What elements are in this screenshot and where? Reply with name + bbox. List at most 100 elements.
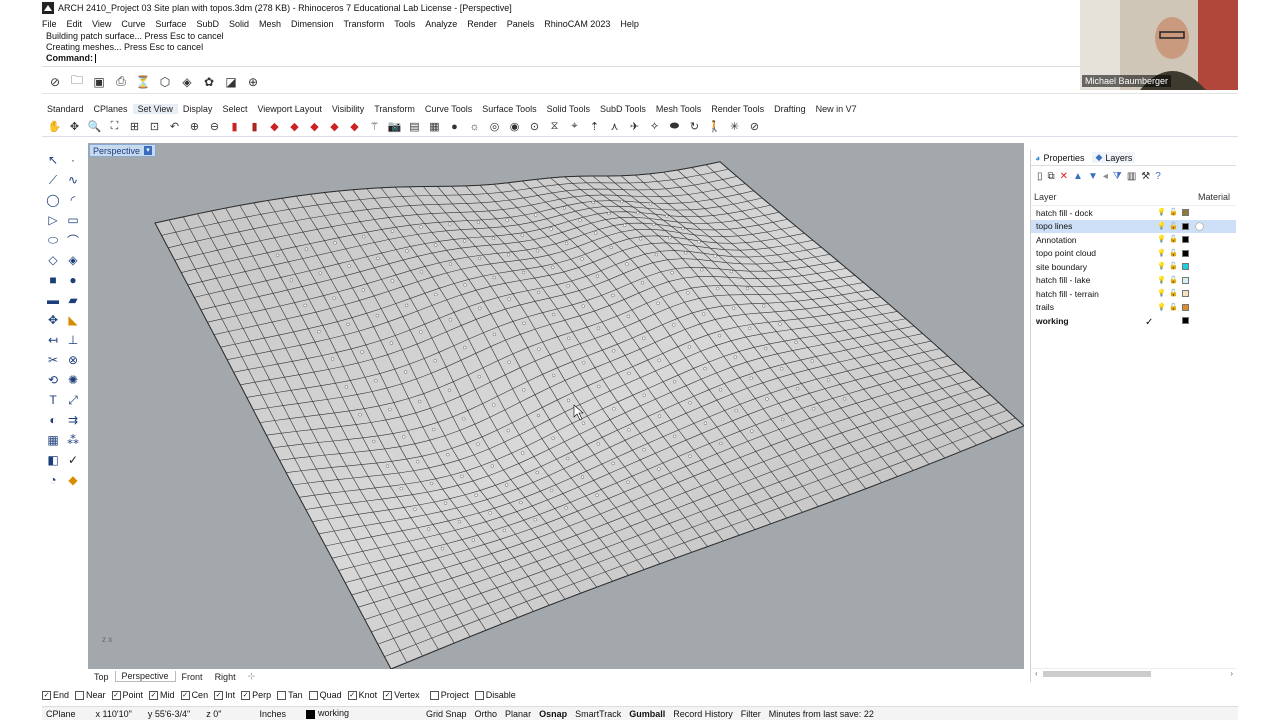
tab-render-tools[interactable]: Render Tools [706,104,769,114]
osnap-knot[interactable]: ✓ Knot [347,690,377,700]
array-polar-icon[interactable]: ⁂ [63,430,83,450]
layer-color-swatch[interactable] [1182,290,1189,298]
menu-item-mesh[interactable]: Mesh [259,19,281,29]
fillet-icon[interactable]: ⌒ [63,230,83,250]
layer-row[interactable]: hatch fill - terrain 💡 🔓 [1031,287,1236,301]
current-layer[interactable]: working [302,708,422,719]
wand-icon[interactable]: ⚚ [366,118,383,135]
sparkle-icon[interactable]: ✳ [726,118,743,135]
toggle-grid-snap[interactable]: Grid Snap [422,709,471,719]
checkbox[interactable]: ✓ [347,690,357,700]
material-icon[interactable]: ◆ [63,470,83,490]
layer-row[interactable]: working ✓ [1031,314,1236,328]
command-line[interactable]: Command: [46,53,1082,64]
surface-icon[interactable]: ◇ [43,250,63,270]
split-icon[interactable]: ⊗ [63,350,83,370]
lightbulb-icon[interactable]: 💡 [1157,263,1166,270]
material-column-header[interactable]: Material [1198,192,1230,205]
compass-icon[interactable]: ⊘ [746,118,763,135]
box-icon[interactable]: ⬡ [156,73,174,91]
toggle-ortho[interactable]: Ortho [471,709,502,719]
move-icon[interactable]: ⤢ [63,390,83,410]
twist-icon[interactable]: ⧖ [546,118,563,135]
checkbox[interactable] [308,690,318,700]
tab-standard[interactable]: Standard [42,104,89,114]
layer-color-swatch[interactable] [1182,222,1189,230]
zoom-in-icon[interactable]: ⊕ [186,118,203,135]
menu-item-curve[interactable]: Curve [121,19,145,29]
scroll-right-icon[interactable]: › [1230,669,1233,678]
mesh-icon[interactable]: ✥ [43,310,63,330]
tab-surface-tools[interactable]: Surface Tools [477,104,541,114]
polygon-icon[interactable]: ▷ [43,210,63,230]
lightbulb-icon[interactable]: 💡 [1157,290,1166,297]
checkbox[interactable] [429,690,439,700]
tab-select[interactable]: Select [217,104,252,114]
new-icon[interactable]: ⊘ [46,73,64,91]
select-arrow-icon[interactable]: ↖ [43,150,63,170]
box-icon[interactable]: ■ [43,270,63,290]
layer-column-header[interactable]: Layer [1034,192,1057,205]
osnap-mid[interactable]: ✓ Mid [149,690,175,700]
analyze-icon[interactable]: ◧ [43,450,63,470]
lock-icon[interactable]: 🔓 [1169,304,1178,311]
car-back-icon[interactable]: ◆ [326,118,343,135]
layer-row[interactable]: site boundary 💡 🔓 [1031,260,1236,274]
layer-color-swatch[interactable] [1182,249,1189,257]
toggle-smarttrack[interactable]: SmartTrack [571,709,625,719]
ellipse-icon[interactable]: ⬭ [43,230,63,250]
undo-view-icon[interactable]: ↶ [166,118,183,135]
menu-item-rhinocam-2023[interactable]: RhinoCAM 2023 [544,19,610,29]
car-persp-icon[interactable]: ◆ [346,118,363,135]
lock-icon[interactable]: 🔓 [1169,263,1178,270]
cplane-label[interactable]: CPlane [42,709,80,719]
menu-item-view[interactable]: View [92,19,111,29]
layer-row[interactable]: hatch fill - dock 💡 🔓 [1031,206,1236,220]
move-down-icon[interactable]: ▼ [1088,171,1098,182]
layer-row[interactable]: trails 💡 🔓 [1031,301,1236,315]
checkbox[interactable] [474,690,484,700]
settings-icon[interactable]: ⚒ [1141,171,1150,182]
new-sublayer-icon[interactable]: ⧉ [1048,171,1055,182]
light-icon[interactable]: ● [446,118,463,135]
toggle-osnap[interactable]: Osnap [535,709,571,719]
target-icon[interactable]: ◎ [486,118,503,135]
toggle-filter[interactable]: Filter [737,709,765,719]
lightbulb-icon[interactable]: 💡 [1157,304,1166,311]
menu-item-edit[interactable]: Edit [67,19,83,29]
target-camera-icon[interactable]: ◉ [506,118,523,135]
chevron-down-icon[interactable]: ▾ [144,146,153,155]
move-up-icon[interactable]: ▲ [1073,171,1083,182]
plot-icon[interactable]: ▤ [406,118,423,135]
zoom-extents-icon[interactable]: ⛶ [106,118,123,135]
layer-row[interactable]: topo point cloud 💡 🔓 [1031,247,1236,261]
lock-icon[interactable]: 🔓 [1169,223,1178,230]
menu-item-subd[interactable]: SubD [196,19,219,29]
tools-icon[interactable]: ▥ [1127,171,1136,182]
perspective-viewport[interactable]: Perspective ▾ z x [88,143,1024,669]
menu-item-render[interactable]: Render [467,19,497,29]
trim-icon[interactable]: ✂ [43,350,63,370]
bird-icon[interactable]: ⋏ [606,118,623,135]
checkbox[interactable]: ✓ [214,690,224,700]
car-front-icon[interactable]: ◆ [266,118,283,135]
view-tab-top[interactable]: Top [88,672,115,682]
scrollbar-thumb[interactable] [1043,671,1151,677]
text-icon[interactable]: T [43,390,63,410]
circle-icon[interactable]: ◯ [43,190,63,210]
save-icon[interactable]: ▣ [90,73,108,91]
menu-item-tools[interactable]: Tools [394,19,415,29]
check-icon[interactable]: ✓ [63,450,83,470]
boolean-icon[interactable]: ◐ [43,410,63,430]
camera-icon[interactable]: 📷 [386,118,403,135]
array-icon[interactable]: ⇉ [63,410,83,430]
tab-set-view[interactable]: Set View [132,104,178,114]
osnap-cen[interactable]: ✓ Cen [180,690,208,700]
checkbox[interactable]: ✓ [149,690,159,700]
add-viewport-icon[interactable]: ⊹ [242,671,262,682]
zoom-selected-icon[interactable]: ⊞ [126,118,143,135]
osnap-point[interactable]: ✓ Point [111,690,143,700]
checkbox[interactable] [75,690,85,700]
horizontal-scrollbar[interactable]: ‹ › [1031,668,1237,678]
osnap-project[interactable]: Project [429,690,469,700]
